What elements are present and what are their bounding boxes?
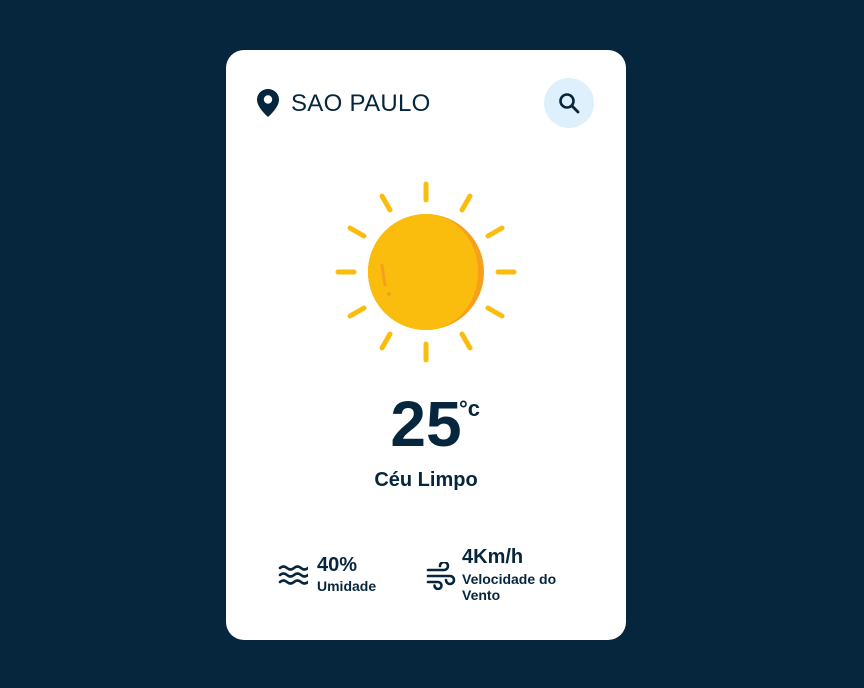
humidity-detail: 40% Umidade [276, 550, 416, 600]
waves-icon [278, 565, 308, 585]
humidity-label: Umidade [317, 578, 377, 594]
search-button[interactable] [544, 78, 594, 128]
wind-icon [426, 562, 456, 590]
weather-description: Céu Limpo [374, 469, 478, 491]
temperature: 25 [226, 392, 626, 456]
sun-icon [335, 181, 517, 363]
city-name[interactable]: SAO PAULO [291, 90, 431, 118]
search-icon [559, 93, 580, 114]
weather-card: SAO PAULO 25 °c Céu Limpo 40% Umidade 4K… [226, 50, 626, 640]
temperature-unit: °c [459, 396, 481, 421]
temperature-value: 25 [390, 388, 462, 460]
wind-value: 4Km/h [462, 546, 524, 568]
search-bar: SAO PAULO [256, 78, 596, 128]
location-pin-icon [257, 89, 279, 117]
humidity-value: 40% [317, 554, 358, 576]
wind-label: Velocidade do Vento [462, 571, 557, 603]
wind-detail: 4Km/h Velocidade do Vento [424, 544, 584, 604]
